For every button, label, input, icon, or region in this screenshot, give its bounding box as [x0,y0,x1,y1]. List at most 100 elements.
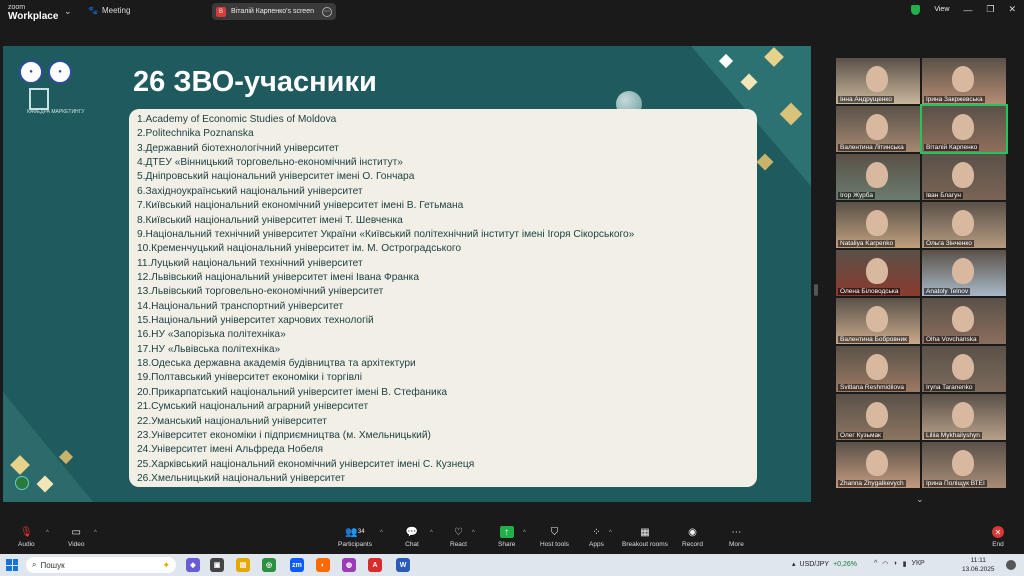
university-list-item: 3.Державний біотехнологічний університет [137,142,339,154]
viber-icon[interactable]: ◍ [342,558,356,572]
university-list-item: 10.Кременчуцький національний університе… [137,243,462,255]
react-label: React [450,541,467,548]
clock-date: 13.06.2025 [962,566,995,573]
annotation-pen-icon[interactable] [15,476,29,490]
participant-face [866,450,888,476]
shield-icon: ⛉ [550,526,559,538]
chevron-up-icon[interactable]: ^ [472,530,475,536]
university-list-item: 1.Academy of Economic Studies of Moldova [137,114,337,125]
participant-video-tile[interactable]: Ольга Зінченко [922,202,1006,248]
participant-face [952,402,974,428]
record-label: Record [682,541,703,548]
share-button[interactable]: ↑ Share [498,526,515,548]
stock-ticker-widget[interactable]: ▴ USD/JPY +0,26% [792,560,857,569]
participant-video-tile[interactable]: Віталій Карпенко [920,104,1008,154]
participant-video-tile[interactable]: Валентина Бобровник [836,298,920,344]
more-button[interactable]: ⋯ More [729,526,744,549]
end-label: End [992,541,1004,548]
view-button[interactable]: View [934,6,949,13]
wifi-icon[interactable]: ◠ [882,560,888,568]
participant-video-tile[interactable]: Liliia Mykhailyshyn [922,394,1006,440]
participant-video-tile[interactable]: Олег Кузьмак [836,394,920,440]
participant-video-tile[interactable]: Svitlana Reshmidilova [836,346,920,392]
windows-taskbar: ⌕ Пошук ✦ ◆ ▣ ▤ ◎ zm ◐ ◍ A W ▴ USD/JPY +… [0,554,1024,576]
participant-video-tile[interactable]: Olha Vovchanska [922,298,1006,344]
participant-face [952,162,974,188]
participant-name: Валентина Бобровник [838,336,909,343]
participant-name: Svitlana Reshmidilova [838,384,906,391]
word-icon[interactable]: W [396,558,410,572]
shared-screen-slide: ● ● КАФЕДРА МАРКЕТИНГУ 26 ЗВО-учасники 1… [3,46,811,502]
chevron-up-icon[interactable]: ^ [430,530,433,536]
participant-video-tile[interactable]: Інна Андрущенко [836,58,920,104]
host-tools-button[interactable]: ⛉ Host tools [540,526,569,549]
record-icon: ◉ [688,526,697,538]
participant-face [866,354,888,380]
share-screen-icon: ↑ [499,526,514,538]
chrome-icon[interactable]: ◎ [262,558,276,572]
screen-share-indicator[interactable]: В Віталій Карпенко's screen ⋯ [212,3,336,20]
firefox-icon[interactable]: ◐ [316,558,330,572]
resize-handle[interactable] [814,284,818,296]
participant-video-tile[interactable]: Іван Благун [922,154,1006,200]
university-list-item: 16.НУ «Запорізька політехніка» [137,329,286,341]
maximize-icon[interactable]: ❐ [986,4,994,15]
department-logo [29,88,49,110]
audio-button[interactable]: 🎙 Audio [18,526,35,549]
language-indicator[interactable]: УКР [912,560,925,568]
apps-grid-icon: ⁘ [592,526,601,538]
close-icon[interactable]: ✕ [1008,4,1016,15]
chevron-up-icon[interactable]: ^ [46,530,49,536]
chevron-down-icon[interactable]: ⌄ [64,6,72,17]
zoom-app-icon[interactable]: zm [290,558,304,572]
participant-video-tile[interactable]: Олена Біловодська [836,250,920,296]
participant-video-tile[interactable]: Iryna Taranenko [922,346,1006,392]
participant-video-tile[interactable]: Anatoly Telnov [922,250,1006,296]
taskbar-clock[interactable]: 11:11 13.06.2025 [962,556,995,574]
apps-button[interactable]: ⁘ Apps [589,526,604,549]
participant-video-tile[interactable]: Nataliya Karpenko [836,202,920,248]
end-meeting-button[interactable]: ✕ End [992,526,1004,548]
record-button[interactable]: ◉ Record [682,526,703,549]
meeting-menu[interactable]: 🐾 Meeting [88,6,130,15]
participant-video-tile[interactable]: Zhanna Zhygalkevych [836,442,920,488]
participant-video-tile[interactable]: Ірина Поліщук ВТЕІ [922,442,1006,488]
chevron-up-icon[interactable]: ^ [609,530,612,536]
participant-video-tile[interactable]: Ігор Журба [836,154,920,200]
file-explorer-icon[interactable]: ▤ [236,558,250,572]
university-list-item: 17.НУ «Львівська політехніка» [137,343,281,355]
chevron-up-icon[interactable]: ^ [94,530,97,536]
chevron-up-icon[interactable]: ^ [380,530,383,536]
participant-video-tile[interactable]: Ірина Закржевська [922,58,1006,104]
video-camera-icon: ▭ [71,526,81,538]
university-list-item: 22.Уманський національний університет [137,415,327,427]
battery-icon[interactable]: ▮ [903,560,907,568]
minimize-icon[interactable]: — [963,5,972,15]
more-options-icon[interactable]: ⋯ [322,6,332,17]
security-shield-icon[interactable] [911,4,921,15]
participant-video-tile[interactable]: Валентина Літинська [836,106,920,152]
participants-button[interactable]: 👥 34 Participants [338,526,372,549]
chat-button[interactable]: 💬 Chat [405,526,419,549]
notification-icon[interactable] [1006,560,1016,570]
acrobat-icon[interactable]: A [368,558,382,572]
chevron-up-icon[interactable]: ^ [523,530,526,536]
taskbar-search[interactable]: ⌕ Пошук ✦ [26,557,176,573]
video-button[interactable]: ▭ Video [68,526,85,549]
speaker-icon[interactable]: ◗ [893,560,897,568]
zoom-workplace-menu[interactable]: zoom Workplace [8,3,58,22]
windows-start-icon[interactable] [6,559,18,571]
breakout-rooms-button[interactable]: ▦ Breakout rooms [622,526,668,549]
task-view-icon[interactable]: ▣ [210,558,224,572]
participant-name: Ігор Журба [838,192,875,199]
meeting-label: Meeting [101,6,131,15]
user-avatar-icon: В [216,6,226,17]
microphone-muted-icon: 🎙 [19,526,33,538]
chevron-down-icon[interactable]: ⌄ [916,494,924,505]
copilot-app-icon[interactable]: ◆ [186,558,200,572]
university-list-item: 15.Національний університет харчових тех… [137,315,374,327]
university-list-item: 4.ДТЕУ «Вінницький торговельно-економічн… [137,157,403,169]
participant-face [866,258,888,284]
chevron-up-icon[interactable]: ^ [874,560,877,568]
react-button[interactable]: ♡ React [450,526,467,549]
